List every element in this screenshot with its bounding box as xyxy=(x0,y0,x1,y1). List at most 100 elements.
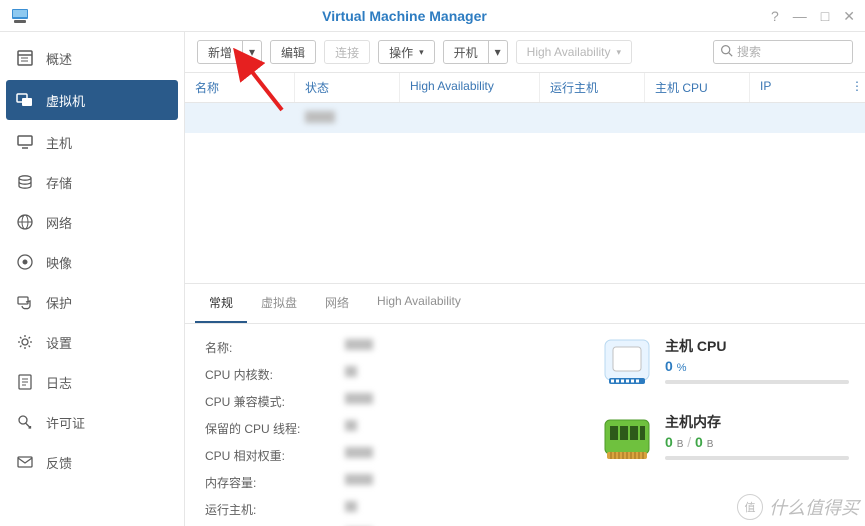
vm-icon xyxy=(14,91,36,109)
add-button[interactable]: 新增 ▾ xyxy=(197,40,262,64)
protect-icon xyxy=(14,293,36,311)
license-icon xyxy=(14,413,36,431)
vm-table: 名称 状态 High Availability 运行主机 主机 CPU IP ⋮ xyxy=(185,73,865,283)
col-ha[interactable]: High Availability xyxy=(400,73,540,102)
spec-row: CPU 相对权重: xyxy=(205,442,585,469)
sidebar-item-host[interactable]: 主机 xyxy=(0,122,184,162)
content-area: 新增 ▾ 编辑 连接 操作▾ 开机 ▾ High Availability▾ xyxy=(185,32,865,526)
redacted-value xyxy=(345,393,373,404)
action-button[interactable]: 操作▾ xyxy=(378,40,435,64)
metrics-panel: 主机 CPU 0 % xyxy=(585,324,865,526)
sidebar-item-protect[interactable]: 保护 xyxy=(0,282,184,322)
sidebar-item-label: 日志 xyxy=(46,373,72,392)
search-input[interactable] xyxy=(737,45,846,59)
help-button[interactable]: ? xyxy=(771,9,779,23)
sidebar-item-label: 许可证 xyxy=(46,413,85,432)
sidebar-item-label: 反馈 xyxy=(46,453,72,472)
metric-memory: 主机内存 0 B / 0 B xyxy=(601,412,849,464)
settings-icon xyxy=(14,333,36,351)
sidebar-item-settings[interactable]: 设置 xyxy=(0,322,184,362)
sidebar-item-label: 保护 xyxy=(46,293,72,312)
tab-network[interactable]: 网络 xyxy=(311,284,363,323)
redacted-value xyxy=(305,111,335,123)
chevron-down-icon[interactable]: ▾ xyxy=(489,41,507,63)
sidebar-item-label: 概述 xyxy=(46,49,72,68)
redacted-value xyxy=(345,474,373,485)
window-title: Virtual Machine Manager xyxy=(38,8,771,24)
close-button[interactable]: ✕ xyxy=(843,9,855,23)
metric-cpu-bar xyxy=(665,380,849,384)
edit-button[interactable]: 编辑 xyxy=(270,40,316,64)
redacted-value xyxy=(345,366,357,377)
metric-cpu: 主机 CPU 0 % xyxy=(601,336,849,388)
feedback-icon xyxy=(14,453,36,471)
sidebar-item-label: 虚拟机 xyxy=(46,91,85,110)
maximize-button[interactable]: □ xyxy=(821,9,829,23)
table-columns-menu[interactable]: ⋮ xyxy=(841,73,865,102)
memory-icon xyxy=(601,412,653,464)
sidebar-item-label: 映像 xyxy=(46,253,72,272)
spec-row: CPU 兼容模式: xyxy=(205,388,585,415)
sidebar: 概述 虚拟机 主机 存储 网络 xyxy=(0,32,185,526)
spec-row: 保留的 CPU 线程: xyxy=(205,415,585,442)
spec-row: 内存容量: xyxy=(205,469,585,496)
col-host[interactable]: 运行主机 xyxy=(540,73,645,102)
metric-mem-title: 主机内存 xyxy=(665,412,849,432)
overview-icon xyxy=(14,49,36,67)
tab-general[interactable]: 常规 xyxy=(195,284,247,323)
power-button[interactable]: 开机 ▾ xyxy=(443,40,508,64)
redacted-value xyxy=(345,339,373,350)
tab-vdisk[interactable]: 虚拟盘 xyxy=(247,284,311,323)
tab-ha[interactable]: High Availability xyxy=(363,284,475,323)
sidebar-item-image[interactable]: 映像 xyxy=(0,242,184,282)
app-icon xyxy=(10,6,30,26)
redacted-value xyxy=(345,501,357,512)
host-icon xyxy=(14,133,36,151)
table-header: 名称 状态 High Availability 运行主机 主机 CPU IP ⋮ xyxy=(185,73,865,103)
sidebar-item-log[interactable]: 日志 xyxy=(0,362,184,402)
search-icon xyxy=(720,44,733,60)
spec-row: 运行主机: xyxy=(205,496,585,523)
image-icon xyxy=(14,253,36,271)
sidebar-item-storage[interactable]: 存储 xyxy=(0,162,184,202)
connect-button[interactable]: 连接 xyxy=(324,40,370,64)
chevron-down-icon: ▾ xyxy=(617,47,622,58)
spec-list: 名称: CPU 内核数: CPU 兼容模式: 保留的 CPU 线程: CPU 相… xyxy=(185,324,585,526)
col-ip[interactable]: IP xyxy=(750,73,841,102)
sidebar-item-license[interactable]: 许可证 xyxy=(0,402,184,442)
metric-mem-value: 0 B / 0 B xyxy=(665,434,849,450)
table-row[interactable] xyxy=(185,103,865,133)
sidebar-item-label: 主机 xyxy=(46,133,72,152)
metric-mem-bar xyxy=(665,456,849,460)
spec-row: 名称: xyxy=(205,334,585,361)
chevron-down-icon: ▾ xyxy=(419,47,424,58)
sidebar-item-vm[interactable]: 虚拟机 xyxy=(6,80,178,120)
search-box[interactable] xyxy=(713,40,853,64)
window-controls: ? — □ ✕ xyxy=(771,9,855,23)
col-name[interactable]: 名称 xyxy=(185,73,295,102)
detail-panel: 常规 虚拟盘 网络 High Availability 名称: CPU 内核数:… xyxy=(185,283,865,526)
minimize-button[interactable]: — xyxy=(793,9,807,23)
toolbar: 新增 ▾ 编辑 连接 操作▾ 开机 ▾ High Availability▾ xyxy=(185,32,865,73)
sidebar-item-label: 设置 xyxy=(46,333,72,352)
chevron-down-icon[interactable]: ▾ xyxy=(243,41,261,63)
sidebar-item-label: 存储 xyxy=(46,173,72,192)
col-cpu[interactable]: 主机 CPU xyxy=(645,73,750,102)
table-empty-space xyxy=(185,133,865,283)
detail-tabs: 常规 虚拟盘 网络 High Availability xyxy=(185,284,865,324)
metric-cpu-value: 0 % xyxy=(665,358,849,374)
titlebar: Virtual Machine Manager ? — □ ✕ xyxy=(0,0,865,32)
spec-row: CPU 内核数: xyxy=(205,361,585,388)
cpu-icon xyxy=(601,336,653,388)
ha-button[interactable]: High Availability▾ xyxy=(516,40,632,64)
sidebar-item-feedback[interactable]: 反馈 xyxy=(0,442,184,482)
log-icon xyxy=(14,373,36,391)
sidebar-item-label: 网络 xyxy=(46,213,72,232)
col-status[interactable]: 状态 xyxy=(295,73,400,102)
network-icon xyxy=(14,213,36,231)
redacted-value xyxy=(345,420,357,431)
metric-cpu-title: 主机 CPU xyxy=(665,336,849,356)
redacted-value xyxy=(345,447,373,458)
sidebar-item-overview[interactable]: 概述 xyxy=(0,38,184,78)
sidebar-item-network[interactable]: 网络 xyxy=(0,202,184,242)
